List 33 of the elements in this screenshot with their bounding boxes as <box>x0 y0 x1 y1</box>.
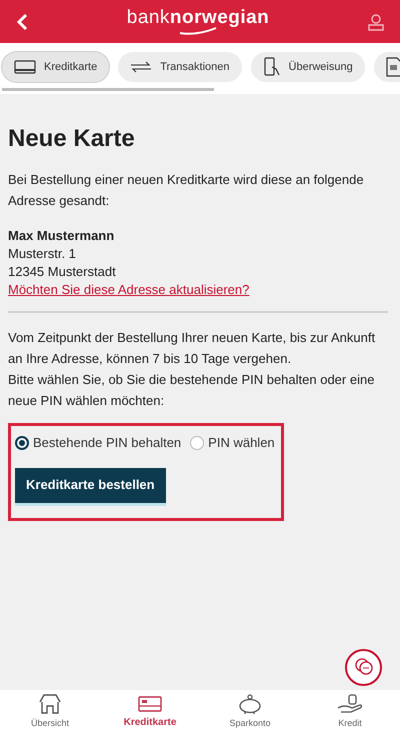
phone-hand-icon <box>262 57 281 77</box>
piggy-bank-icon <box>237 692 263 714</box>
nav-tab[interactable]: Transaktionen <box>118 52 242 82</box>
radio-button[interactable] <box>15 436 29 450</box>
user-icon[interactable] <box>368 12 384 30</box>
document-icon <box>386 57 400 77</box>
pin-radio[interactable]: PIN wählen <box>190 433 275 452</box>
page-title: Neue Karte <box>8 124 136 154</box>
intro-text: Bei Bestellung einer neuen Kreditkarte wird diese an folgende Adresse gesandt: <box>8 171 365 210</box>
bottom-nav-item[interactable]: Sparkonto <box>200 690 300 736</box>
order-card-button[interactable]: Kreditkarte bestellen <box>15 468 166 506</box>
chat-icon <box>354 658 374 676</box>
hand-coins-icon <box>337 692 363 714</box>
pin-radio[interactable]: Bestehende PIN behalten <box>15 433 182 452</box>
radio-button[interactable] <box>190 436 204 450</box>
logo: banknorwegian <box>126 8 270 27</box>
bottom-nav-item[interactable]: Übersicht <box>0 690 100 736</box>
chat-button[interactable] <box>345 648 382 686</box>
arrows-icon <box>130 61 152 73</box>
nav-tab[interactable]: Überweisung <box>250 52 365 82</box>
back-icon[interactable] <box>16 12 28 30</box>
update-address-link[interactable]: Möchten Sie diese Adresse aktualisieren? <box>8 282 250 297</box>
bottom-nav-item[interactable]: Kredit <box>300 690 400 736</box>
card-icon <box>14 60 36 74</box>
bottom-nav-item[interactable]: Kreditkarte <box>100 690 200 736</box>
info-text: Vom Zeitpunkt der Bestellung Ihrer neuen Karte, bis zur Ankunft an Ihre Adresse, können 7 bis 10 Tage vergehen. <box>8 329 376 368</box>
card-icon <box>138 695 162 713</box>
info-text: Bitte wählen Sie, ob Sie die bestehende PIN behalten oder eine neue PIN wählen möchten: <box>8 371 376 410</box>
recipient-name: Max Mustermann <box>8 227 116 245</box>
nav-tab[interactable]: Kreditkarte <box>2 52 110 82</box>
swoosh-icon <box>178 27 218 35</box>
address-line: Musterstr. 1 <box>8 245 77 263</box>
address-line: 12345 Musterstadt <box>8 263 117 281</box>
